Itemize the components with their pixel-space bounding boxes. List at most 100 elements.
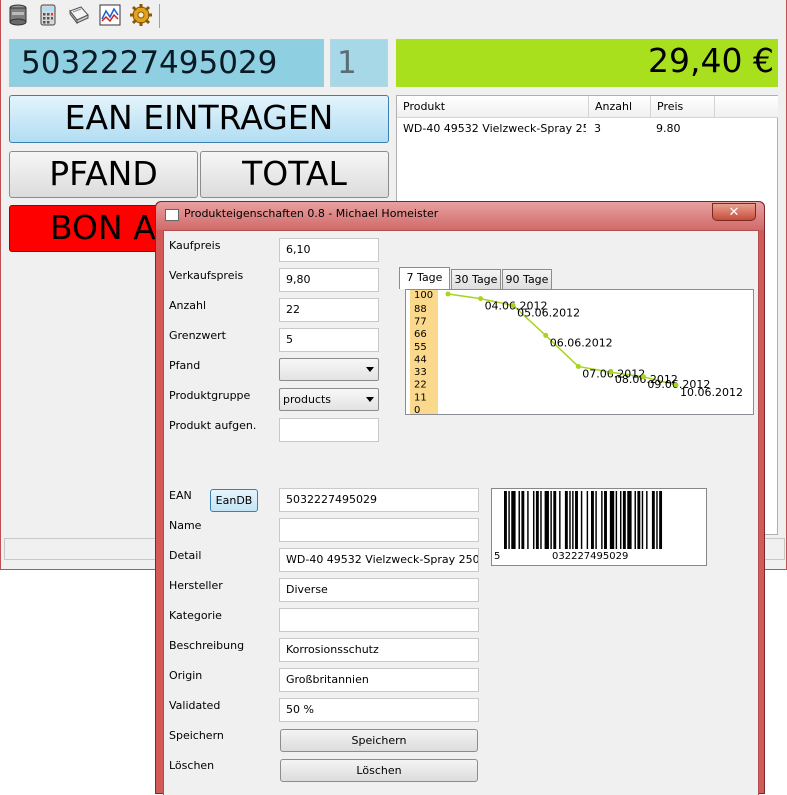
dialog-title: Produkteigenschaften 0.8 - Michael Homei… (184, 207, 439, 220)
label-loeschen: Löschen (169, 759, 215, 772)
barcode-bar (518, 491, 520, 549)
label-validated: Validated (169, 699, 221, 712)
chart-icon[interactable] (98, 3, 122, 27)
quantity-input[interactable]: 1 (330, 39, 388, 87)
barcode-bar (622, 491, 626, 549)
pfand-button[interactable]: PFAND (9, 151, 198, 198)
data-point (640, 374, 646, 380)
total-price-display: 29,40 € (396, 39, 778, 87)
chevron-down-icon (366, 397, 374, 402)
kaufpreis-field[interactable]: 6,10 (279, 238, 379, 262)
window-app-icon (165, 209, 179, 221)
barcode-bar (615, 491, 618, 549)
y-tick-label: 44 (414, 354, 427, 365)
dialog-titlebar[interactable]: Produkteigenschaften 0.8 - Michael Homei… (156, 202, 764, 230)
y-tick-label: 0 (414, 405, 420, 414)
tab-panel: 100 88 77 66 55 44 33 22 11 0 04.06.2012 05.06.2012… (405, 289, 754, 416)
y-tick-label: 88 (414, 304, 427, 315)
ean-eintragen-button[interactable]: EAN EINTRAGEN (9, 95, 389, 143)
ean-field[interactable]: 5032227495029 (279, 488, 479, 512)
ean-input[interactable]: 5032227495029 (9, 39, 324, 87)
anzahl-field[interactable]: 22 (279, 298, 379, 322)
origin-field[interactable]: Großbritannien (279, 668, 479, 692)
barcode-bar (656, 491, 658, 549)
detail-field[interactable]: WD-40 49532 Vielzweck-Spray 250 m (279, 548, 479, 572)
chevron-down-icon (366, 367, 374, 372)
close-icon[interactable]: ✕ (712, 203, 756, 221)
column-header-preis[interactable]: Preis (651, 96, 715, 118)
barcode-bar (521, 491, 525, 549)
x-tick-label: 10.06.2012 (680, 386, 743, 399)
barcode-bar (575, 491, 578, 549)
barcode-bar (569, 491, 571, 549)
barcode-bar (527, 491, 529, 549)
barcode-bar (580, 491, 583, 549)
loeschen-button[interactable]: Löschen (280, 759, 478, 782)
y-tick-label: 22 (414, 380, 427, 391)
label-pfand: Pfand (169, 359, 201, 372)
pfand-dropdown[interactable] (279, 358, 379, 381)
name-field[interactable] (279, 518, 479, 542)
barcode-bar (540, 491, 542, 549)
label-speichern: Speichern (169, 729, 224, 742)
grenzwert-field[interactable]: 5 (279, 328, 379, 352)
column-header-produkt[interactable]: Produkt (397, 96, 589, 118)
data-point (445, 291, 451, 297)
barcode-bar (550, 491, 552, 549)
speichern-button[interactable]: Speichern (280, 729, 478, 752)
barcode-bar (651, 491, 655, 549)
toolbar (1, 0, 787, 32)
cell-anzahl: 3 (594, 122, 601, 135)
y-tick-label: 66 (414, 329, 427, 340)
kategorie-field[interactable] (279, 608, 479, 632)
barcode-bar (595, 491, 597, 549)
sales-chart: 1008877665544332211004.06.201205.06.2012… (410, 290, 743, 416)
barcode-digits: 032227495029 (552, 551, 629, 562)
validated-field[interactable]: 50 % (279, 698, 479, 722)
tab-7-tage[interactable]: 7 Tage (399, 267, 450, 289)
barcode-bar (511, 491, 516, 549)
column-header-empty (715, 96, 778, 118)
cell-preis: 9.80 (656, 122, 681, 135)
y-tick-label: 33 (414, 367, 427, 378)
data-point (510, 303, 516, 308)
total-button[interactable]: TOTAL (200, 151, 389, 198)
y-tick-label: 100 (414, 290, 433, 301)
barcode-bar (627, 491, 632, 549)
eandb-button[interactable]: EanDB (210, 489, 258, 512)
hersteller-field[interactable]: Diverse (279, 578, 479, 602)
label-detail: Detail (169, 549, 202, 562)
database-icon[interactable] (6, 3, 30, 27)
label-origin: Origin (169, 669, 203, 682)
barcode-bar (553, 491, 557, 549)
label-kategorie: Kategorie (169, 609, 222, 622)
data-point (478, 296, 484, 302)
barcode-bar (659, 491, 663, 549)
column-header-anzahl[interactable]: Anzahl (589, 96, 651, 118)
data-point (673, 382, 679, 388)
barcode-bar (572, 491, 574, 549)
barcode-bar (591, 491, 594, 549)
beschreibung-field[interactable]: Korrosionsschutz (279, 638, 479, 662)
product-properties-dialog: Produkteigenschaften 0.8 - Michael Homei… (155, 201, 765, 795)
verkaufspreis-field[interactable]: 9,80 (279, 268, 379, 292)
tab-90-tage[interactable]: 90 Tage (502, 269, 552, 289)
gear-icon[interactable] (129, 3, 153, 27)
tab-30-tage[interactable]: 30 Tage (451, 269, 501, 289)
label-name: Name (169, 519, 202, 532)
produkt-aufgen-field[interactable] (279, 418, 379, 442)
barcode-bar (559, 491, 561, 549)
barcode-bar (641, 491, 644, 549)
produktgruppe-selected-value: products (283, 393, 332, 406)
label-produkt-aufgen: Produkt aufgen. (169, 419, 257, 432)
x-tick-label: 05.06.2012 (517, 307, 580, 320)
calculator-icon[interactable] (36, 3, 60, 27)
label-produktgruppe: Produktgruppe (169, 389, 251, 402)
data-point (543, 332, 549, 338)
label-anzahl: Anzahl (169, 299, 207, 312)
barcode-bar (604, 491, 607, 549)
dialog-body: Kaufpreis Verkaufspreis Anzahl Grenzwert… (163, 230, 759, 795)
notebook-icon[interactable] (67, 3, 91, 27)
barcode-bar (586, 491, 589, 549)
produktgruppe-dropdown[interactable]: products (279, 388, 379, 411)
